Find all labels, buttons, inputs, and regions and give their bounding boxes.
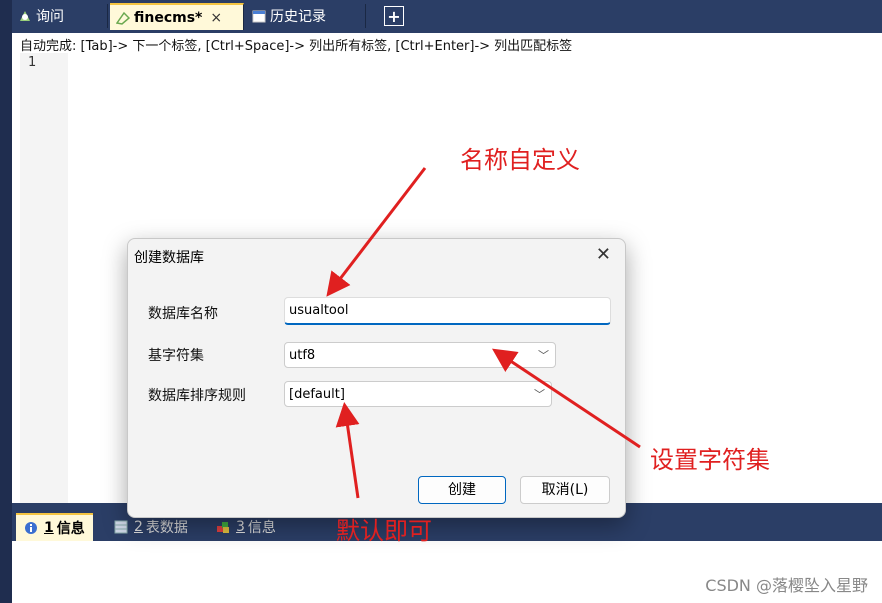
annotation-name: 名称自定义 <box>460 146 580 174</box>
annotation-arrows <box>326 167 641 499</box>
arrow-to-charset <box>492 348 641 449</box>
arrow-to-collation <box>335 402 360 499</box>
arrow-to-name <box>326 167 427 297</box>
annotation-default: 默认即可 <box>336 517 432 545</box>
annotation-charset: 设置字符集 <box>650 446 770 474</box>
